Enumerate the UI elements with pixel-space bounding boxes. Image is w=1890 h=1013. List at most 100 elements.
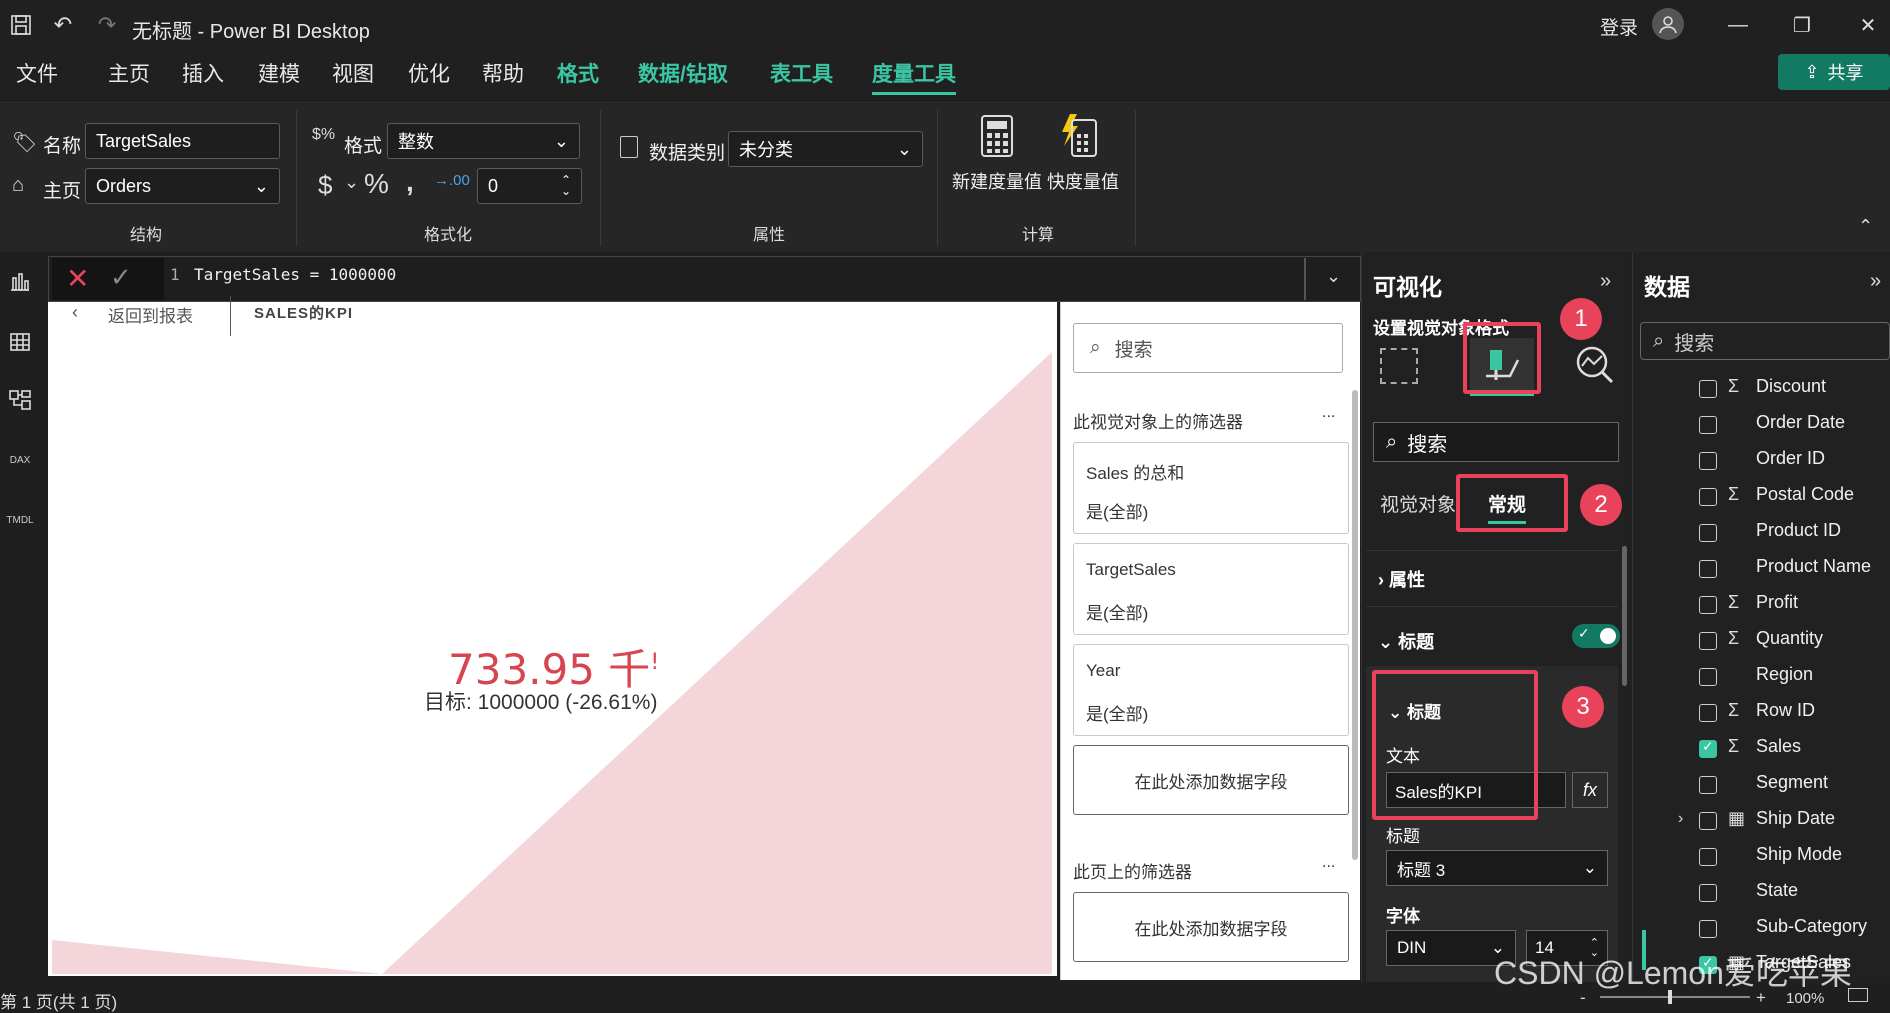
quick-measure-icon[interactable] [1058, 112, 1098, 163]
field-item[interactable]: Postal Code [1756, 484, 1854, 505]
collapse-data-icon[interactable]: » [1870, 270, 1881, 293]
minimize-icon[interactable]: — [1718, 10, 1758, 40]
collapse-ribbon-icon[interactable]: ⌃ [1858, 216, 1873, 237]
menu-table-tools[interactable]: 表工具 [770, 58, 833, 88]
new-measure-button[interactable]: 新建度量值 [952, 168, 1042, 194]
visual-filters-more-icon[interactable]: ... [1322, 404, 1335, 422]
tmdl-view-icon[interactable]: TMDL [2, 502, 38, 538]
field-checkbox[interactable] [1699, 812, 1717, 830]
zoom-slider[interactable] [1600, 996, 1750, 998]
field-checkbox[interactable] [1699, 776, 1717, 794]
model-view-icon[interactable] [2, 382, 38, 418]
decimal-decrease-icon[interactable]: →.00 [434, 172, 470, 189]
viz-search-input[interactable]: ⌕ 搜索 [1373, 422, 1619, 462]
field-item[interactable]: Region [1756, 664, 1813, 685]
filter-card[interactable]: TargetSales 是(全部) [1073, 543, 1349, 635]
report-view-icon[interactable] [2, 264, 38, 300]
field-checkbox[interactable] [1699, 380, 1717, 398]
undo-icon[interactable]: ↶ [48, 10, 78, 40]
menu-optimize[interactable]: 优化 [408, 58, 450, 88]
field-checkbox[interactable] [1699, 884, 1717, 902]
heading-level-select[interactable]: 标题 3 ⌄ [1386, 850, 1608, 886]
decimals-stepper[interactable]: 0 ⌃ ⌄ [477, 168, 582, 204]
field-checkbox[interactable] [1699, 632, 1717, 650]
signin-link[interactable]: 登录 [1600, 13, 1638, 40]
field-checkbox[interactable] [1699, 524, 1717, 542]
field-checkbox[interactable] [1699, 596, 1717, 614]
menu-insert[interactable]: 插入 [182, 58, 224, 88]
field-item[interactable]: Product ID [1756, 520, 1841, 541]
add-page-filter-field[interactable]: 在此处添加数据字段 [1073, 892, 1349, 962]
tab-visual[interactable]: 视觉对象 [1380, 490, 1456, 517]
viz-scrollbar[interactable] [1622, 546, 1627, 686]
field-checkbox[interactable] [1699, 668, 1717, 686]
field-checkbox[interactable] [1699, 920, 1717, 938]
home-table-select[interactable]: Orders ⌄ [85, 168, 280, 204]
currency-dropdown-icon[interactable]: ⌄ [344, 172, 359, 193]
field-checkbox[interactable] [1699, 704, 1717, 722]
field-item[interactable]: Sub-Category [1756, 916, 1867, 937]
formula-text[interactable]: TargetSales = 1000000 [194, 265, 396, 284]
back-chevron-icon[interactable]: ‹ [72, 302, 78, 323]
share-button[interactable]: ⇪ 共享 [1778, 54, 1890, 90]
field-item[interactable]: Quantity [1756, 628, 1823, 649]
table-view-icon[interactable] [2, 324, 38, 360]
name-input[interactable]: TargetSales [85, 123, 280, 159]
field-checkbox[interactable] [1699, 416, 1717, 434]
field-item[interactable]: Segment [1756, 772, 1828, 793]
field-item[interactable]: Sales [1756, 736, 1801, 757]
menu-modeling[interactable]: 建模 [258, 58, 300, 88]
save-icon[interactable] [6, 10, 36, 40]
field-checkbox[interactable] [1699, 560, 1717, 578]
data-search-input[interactable]: ⌕ 搜索 [1640, 322, 1890, 360]
format-select[interactable]: 整数 ⌄ [387, 123, 580, 159]
build-visual-icon[interactable] [1380, 348, 1418, 384]
fx-button[interactable]: fx [1572, 772, 1608, 808]
title-toggle[interactable]: ✓ [1572, 624, 1620, 648]
menu-file[interactable]: 文件 [16, 58, 58, 88]
section-title[interactable]: ⌄ 标题 [1378, 628, 1434, 654]
field-checkbox[interactable] [1699, 848, 1717, 866]
expand-chevron-icon[interactable]: › [1678, 810, 1683, 828]
field-checkbox[interactable]: ✓ [1699, 738, 1717, 758]
menu-view[interactable]: 视图 [332, 58, 374, 88]
section-properties[interactable]: › 属性 [1378, 566, 1425, 592]
redo-icon[interactable]: ↷ [92, 10, 122, 40]
expand-formula-icon[interactable]: ⌄ [1326, 266, 1341, 287]
field-item[interactable]: Row ID [1756, 700, 1815, 721]
avatar[interactable] [1652, 8, 1684, 40]
filter-search-input[interactable]: ⌕ 搜索 [1073, 323, 1343, 373]
filter-scrollbar[interactable] [1352, 390, 1358, 860]
back-to-report-link[interactable]: 返回到报表 [108, 302, 193, 327]
menu-format[interactable]: 格式 [557, 58, 599, 88]
add-visual-filter-field[interactable]: 在此处添加数据字段 [1073, 745, 1349, 815]
dax-query-icon[interactable]: DAX [2, 442, 38, 478]
menu-data-drill[interactable]: 数据/钻取 [638, 58, 728, 88]
close-icon[interactable]: ✕ [1848, 10, 1888, 40]
field-item[interactable]: Ship Mode [1756, 844, 1842, 865]
comma-button[interactable]: , [406, 166, 414, 198]
quick-measure-button[interactable]: 快度量值 [1047, 168, 1119, 194]
field-item[interactable]: Product Name [1756, 556, 1871, 577]
menu-measure-tools[interactable]: 度量工具 [872, 58, 956, 95]
collapse-viz-icon[interactable]: » [1600, 270, 1611, 293]
restore-icon[interactable]: ❐ [1782, 10, 1822, 40]
field-checkbox[interactable] [1699, 452, 1717, 470]
menu-help[interactable]: 帮助 [482, 58, 524, 88]
data-category-select[interactable]: 未分类 ⌄ [728, 131, 923, 167]
cancel-formula-icon[interactable]: ✕ [66, 262, 89, 295]
analytics-tab[interactable] [1574, 344, 1614, 389]
field-item[interactable]: Order ID [1756, 448, 1825, 469]
filter-card[interactable]: Sales 的总和 是(全部) [1073, 442, 1349, 534]
calculator-icon[interactable] [980, 114, 1014, 163]
field-item[interactable]: State [1756, 880, 1798, 901]
currency-button[interactable]: $ [318, 170, 332, 201]
field-item[interactable]: Discount [1756, 376, 1826, 397]
page-filters-more-icon[interactable]: ... [1322, 854, 1335, 872]
field-checkbox[interactable] [1699, 488, 1717, 506]
commit-formula-icon[interactable]: ✓ [110, 262, 132, 293]
menu-home[interactable]: 主页 [108, 58, 150, 88]
field-item[interactable]: Ship Date [1756, 808, 1835, 829]
field-item[interactable]: Order Date [1756, 412, 1845, 433]
filter-card[interactable]: Year 是(全部) [1073, 644, 1349, 736]
